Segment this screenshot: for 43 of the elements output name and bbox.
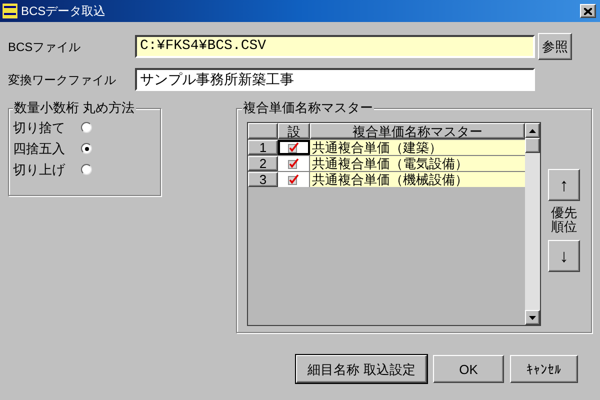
- checkbox[interactable]: [288, 142, 299, 153]
- row-header: 1: [248, 140, 278, 155]
- dialog-button[interactable]: 細目名称 取込設定: [296, 355, 427, 383]
- move-down-button[interactable]: ↓: [548, 240, 580, 272]
- scroll-up-button[interactable]: [525, 123, 540, 138]
- option-label: 切り上げ: [13, 160, 66, 179]
- input-field[interactable]: サンプル事務所新築工事: [135, 68, 535, 91]
- option-label: 切り捨て: [13, 118, 66, 137]
- checkbox-cell[interactable]: [278, 156, 310, 171]
- down-triangle-icon: [529, 316, 536, 320]
- scroll-down-button[interactable]: [525, 310, 540, 325]
- scrollbar[interactable]: [525, 123, 540, 325]
- window-title: BCSデータ取込: [21, 3, 107, 20]
- column-header: 複合単価名称マスター: [310, 123, 525, 139]
- group-title: 数量小数桁 丸め方法: [13, 100, 136, 116]
- row-header: 3: [248, 172, 278, 187]
- field-label: 変換ワークファイル: [8, 72, 117, 88]
- table-cell: 共通複合単価（建築）: [310, 140, 525, 155]
- checkbox-cell[interactable]: [278, 140, 310, 155]
- dialog-button[interactable]: OK: [433, 355, 504, 383]
- browse-button[interactable]: 参照: [538, 33, 572, 60]
- row-header: 2: [248, 156, 278, 171]
- radio-button[interactable]: [81, 164, 92, 175]
- group-title: 複合単価名称マスター: [242, 100, 374, 116]
- checkbox[interactable]: [288, 174, 299, 185]
- close-button[interactable]: [580, 4, 596, 18]
- app-icon: [2, 3, 18, 19]
- radio-button[interactable]: [81, 122, 92, 133]
- checkbox[interactable]: [288, 158, 299, 169]
- input-field[interactable]: C:¥FKS4¥BCS.CSV: [135, 35, 535, 58]
- up-triangle-icon: [529, 128, 536, 132]
- field-label: BCSファイル: [8, 38, 82, 56]
- checkbox-cell[interactable]: [278, 172, 310, 187]
- close-icon: [584, 8, 592, 14]
- dialog-button[interactable]: ｷｬﾝｾﾙ: [510, 355, 578, 383]
- column-header: 設: [278, 123, 310, 139]
- move-up-button[interactable]: ↑: [548, 169, 580, 201]
- option-label: 四捨五入: [13, 140, 66, 158]
- scroll-thumb[interactable]: [525, 138, 540, 153]
- table-cell: 共通複合単価（機械設備）: [310, 172, 525, 187]
- radio-button[interactable]: [81, 143, 92, 154]
- table-cell: 共通複合単価（電気設備）: [310, 156, 525, 171]
- priority-label: 優先順位: [551, 206, 577, 235]
